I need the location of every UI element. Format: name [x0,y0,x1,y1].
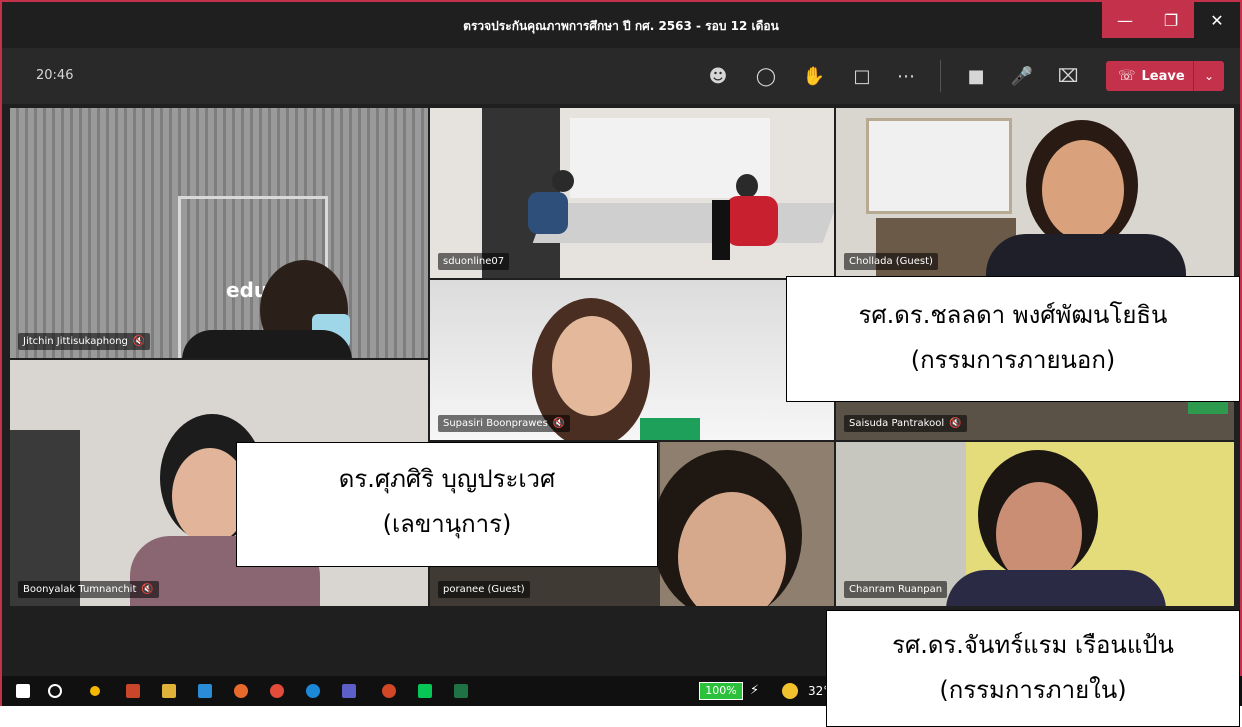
maximize-button[interactable]: ❐ [1148,2,1194,38]
raise-hand-icon[interactable]: ✋ [800,62,828,90]
participant-name: Jitchin Jittisukaphong [23,336,128,347]
cortana-icon[interactable] [90,686,100,696]
participant-head [552,170,574,192]
caption-internal-committee: รศ.ดร.จันทร์แรม เรือนแป้น (กรรมการภายใน) [826,610,1240,727]
window-frame [10,430,80,606]
battery-indicator[interactable]: 100% [699,682,743,700]
caption-name: รศ.ดร.จันทร์แรม เรือนแป้น [892,631,1174,659]
minimize-button[interactable]: — [1102,2,1148,38]
participant-name: Boonyalak Tumnanchit [23,584,137,595]
participant-name-tag: Supasiri Boonprawes 🔇 [438,415,571,432]
teams-icon[interactable] [342,684,356,698]
mic-off-icon: 🔇 [132,336,146,347]
mic-off-icon: 🔇 [552,418,566,429]
participants-icon[interactable]: ☻ [704,62,732,90]
camera-off-icon[interactable]: ■ [962,62,990,90]
video-tile[interactable]: Chanram Ruanpan [836,442,1234,606]
mic-off-icon[interactable]: 🎤 [1008,62,1036,90]
participant-name: Saisuda Pantrakool [849,418,945,429]
participant-face [552,316,632,416]
plug-icon: ⚡ [750,683,760,698]
file-explorer-icon[interactable] [162,684,176,698]
participant-name-tag: Chanram Ruanpan [844,581,948,598]
close-window-button[interactable]: ✕ [1194,2,1240,38]
app-icon[interactable] [126,684,140,698]
leave-options-chevron-icon[interactable]: ⌄ [1193,61,1224,91]
caption-role: (เลขานุการ) [382,510,512,538]
participant-name: sduonline07 [443,256,505,267]
video-tile[interactable]: Chollada (Guest) [836,108,1234,278]
participant-name: poranee (Guest) [443,584,525,595]
participant-head [736,174,758,198]
edge-icon[interactable] [306,684,320,698]
participant-body [182,330,352,358]
leave-label: Leave [1141,68,1185,84]
participant-name: Chollada (Guest) [849,256,933,267]
participant-face [1042,140,1124,240]
whiteboard [866,118,1012,214]
chat-icon[interactable]: ◯ [752,62,780,90]
excel-icon[interactable] [454,684,468,698]
leave-button[interactable]: ☏ Leave ⌄ [1106,61,1224,91]
caption-name: รศ.ดร.ชลลดา พงศ์พัฒนโยธิน [858,301,1168,329]
share-screen-icon[interactable]: ⌧ [1054,62,1082,90]
mic-off-icon: 🔇 [141,584,154,595]
chrome-icon[interactable] [270,684,284,698]
monitor [712,200,730,260]
meeting-timer: 20:46 [36,68,74,83]
participant-name-tag: poranee (Guest) [438,581,530,598]
participant-body [528,192,568,234]
search-icon[interactable] [48,684,62,698]
meeting-table [532,203,834,243]
window-title: ตรวจประกันคุณภาพการศึกษา ปี กศ. 2563 - ร… [463,19,779,33]
video-tile[interactable]: educat Jitchin Jittisukaphong🔇 [10,108,428,358]
window-controls: — ❐ ✕ [1102,2,1240,38]
caption-secretary: ดร.ศุภศิริ บุญประเวศ (เลขานุการ) [236,442,658,567]
green-sign [1188,400,1228,414]
video-tile[interactable]: sduonline07 [430,108,834,278]
title-bar: ตรวจประกันคุณภาพการศึกษา ปี กศ. 2563 - ร… [2,2,1240,48]
caption-role: (กรรมการภายนอก) [910,346,1116,374]
more-actions-icon[interactable]: ⋯ [892,62,920,90]
line-icon[interactable] [418,684,432,698]
participant-name-tag: Saisuda Pantrakool 🔇 [844,415,967,432]
caption-external-committee: รศ.ดร.ชลลดา พงศ์พัฒนโยธิน (กรรมการภายนอก… [786,276,1240,402]
share-tray-icon[interactable]: □ [848,62,876,90]
start-icon[interactable] [16,684,30,698]
participant-name: Chanram Ruanpan [849,584,943,595]
participant-name-tag: Jitchin Jittisukaphong 🔇 [18,333,151,350]
participant-name-tag: sduonline07 [438,253,510,270]
weather-icon[interactable] [782,683,798,699]
participant-name-tag: Boonyalak Tumnanchit 🔇 [18,581,159,598]
caption-role: (กรรมการภายใน) [939,676,1127,704]
hang-up-icon: ☏ [1118,68,1136,84]
participant-body [986,234,1186,278]
participant-body [726,196,778,246]
video-tile[interactable]: Supasiri Boonprawes 🔇 [430,280,834,440]
toolbar-divider [940,60,941,92]
firefox-icon[interactable] [234,684,248,698]
powerpoint-icon[interactable] [382,684,396,698]
mail-icon[interactable] [198,684,212,698]
mic-off-icon: 🔇 [949,418,962,429]
participant-name-tag: Chollada (Guest) [844,253,938,270]
meeting-toolbar: 20:46 ☻ ◯ ✋ □ ⋯ ■ 🎤 ⌧ ☏ Leave ⌄ [2,48,1240,104]
caption-name: ดร.ศุภศิริ บุญประเวศ [338,465,556,493]
participant-clothes [640,418,700,440]
participant-body [946,570,1166,606]
participant-name: Supasiri Boonprawes [443,418,548,429]
